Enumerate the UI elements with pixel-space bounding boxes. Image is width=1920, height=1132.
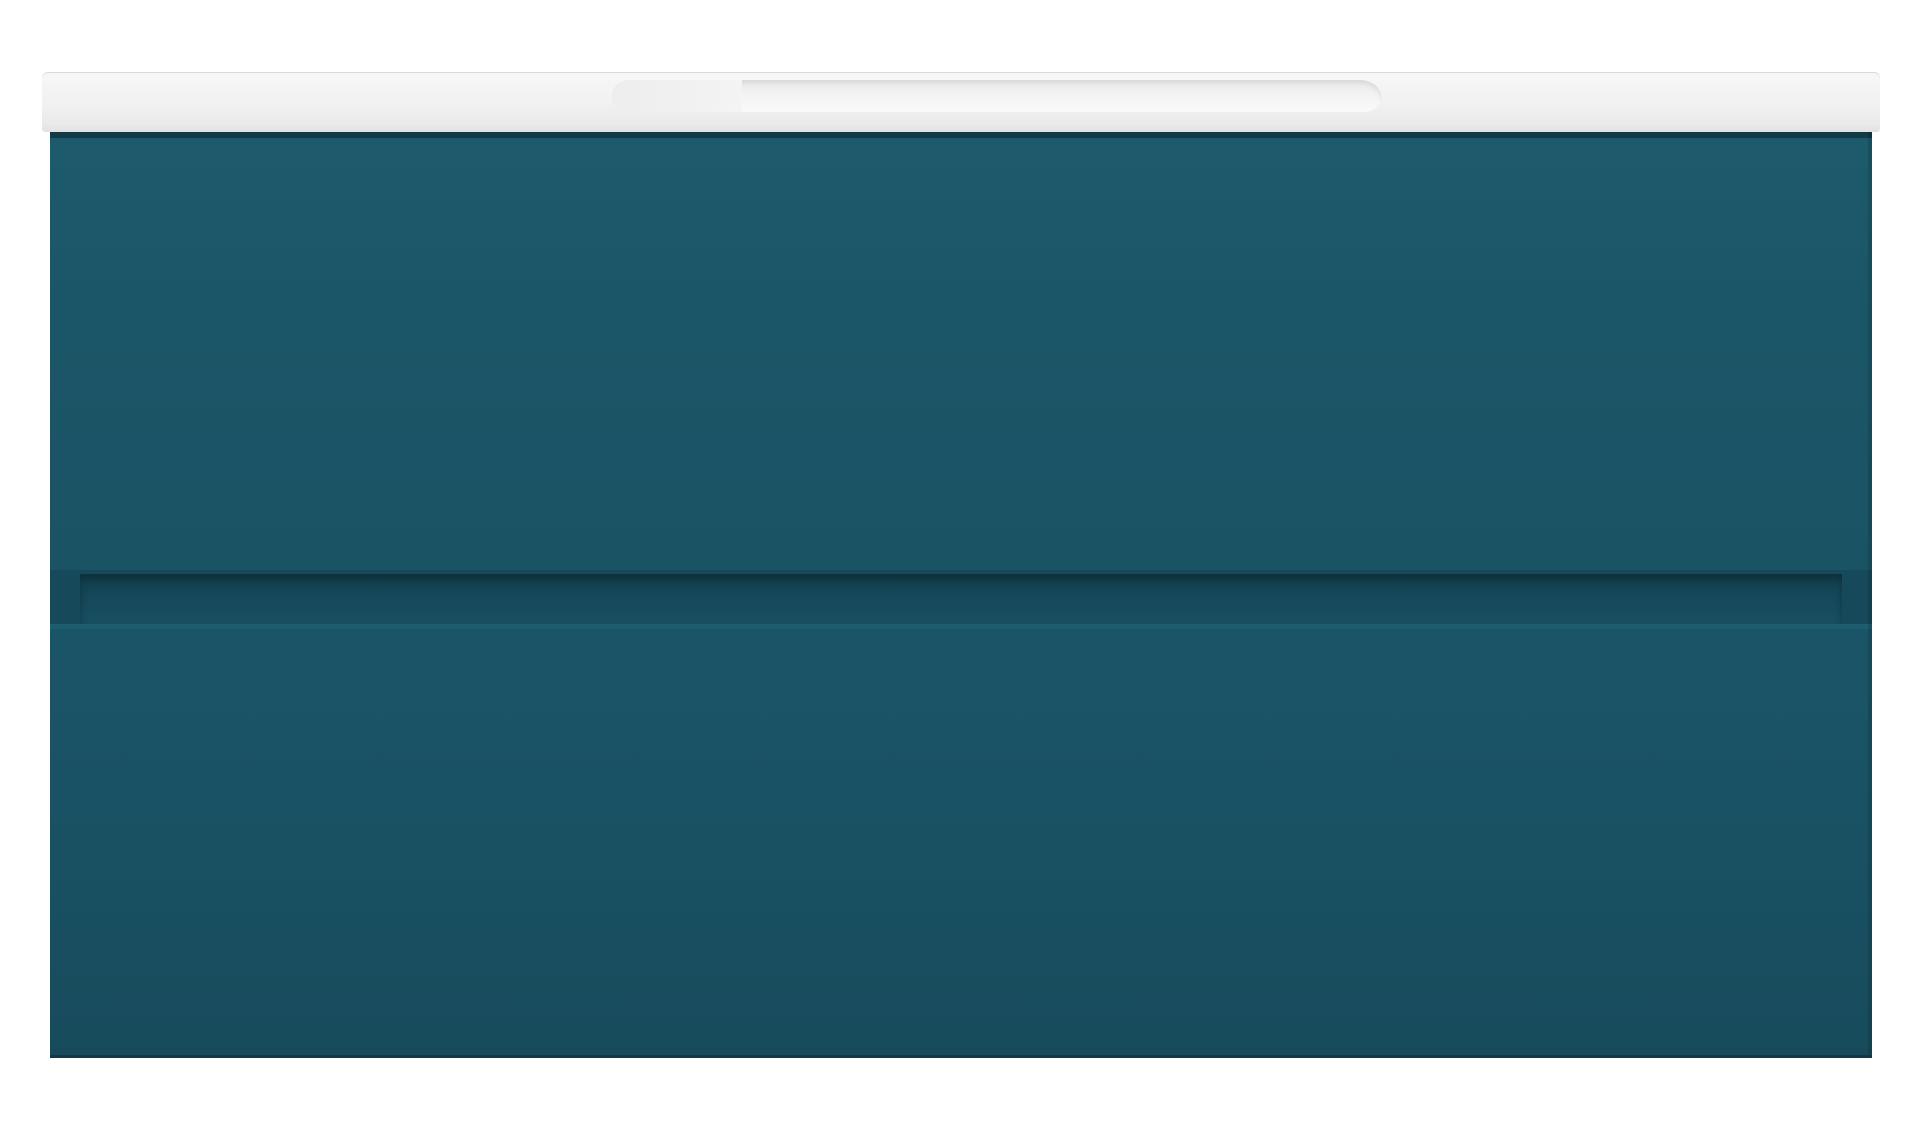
cabinet-side-shade [1868,132,1872,1058]
drawer-handle-recess [50,570,1872,629]
handle-groove [80,574,1842,624]
vanity-countertop [42,72,1880,132]
product-image [0,0,1920,1132]
drawer-bottom [50,629,1872,1058]
cabinet-bottom-edge [50,1055,1872,1058]
vanity-cabinet [50,132,1872,1058]
countertop-edge [42,122,1880,132]
drawer-top [50,138,1872,570]
sink-basin-slope [612,80,742,112]
